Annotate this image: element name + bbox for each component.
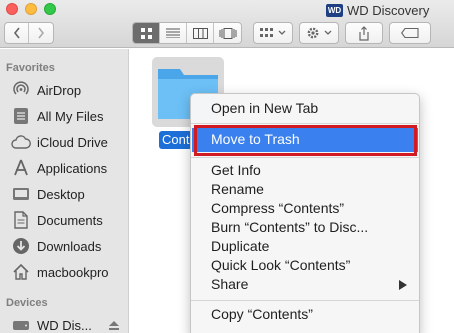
window-toolbar: WD WD Discovery (0, 0, 454, 48)
menu-item-share[interactable]: Share (211, 276, 407, 292)
desktop-icon (11, 185, 31, 203)
tags-button[interactable] (389, 22, 431, 44)
list-view-button[interactable] (160, 23, 187, 43)
sidebar-item-label: AirDrop (37, 82, 82, 98)
menu-divider (191, 157, 419, 158)
sidebar-item-desktop[interactable]: Desktop (11, 183, 85, 205)
menu-item-quick-look[interactable]: Quick Look “Contents” (211, 257, 350, 273)
sidebar-item-label: iCloud Drive (37, 134, 108, 150)
list-icon (166, 28, 180, 38)
tag-icon (401, 28, 419, 38)
sidebar: Favorites AirDrop All My Files iCloud Dr… (0, 49, 129, 333)
sidebar-item-label: Desktop (37, 186, 85, 202)
menu-item-duplicate[interactable]: Duplicate (211, 238, 269, 254)
forward-button[interactable] (29, 23, 53, 43)
menu-item-burn-to-disc[interactable]: Burn “Contents” to Disc... (211, 219, 368, 235)
sidebar-item-airdrop[interactable]: AirDrop (11, 79, 81, 101)
chevron-down-icon (324, 30, 332, 35)
columns-icon (192, 27, 208, 39)
icon-view-button[interactable] (133, 23, 160, 43)
back-forward-buttons (4, 22, 54, 44)
back-button[interactable] (5, 23, 30, 43)
sidebar-item-label: macbookpro (37, 264, 109, 280)
favorites-heading: Favorites (6, 62, 55, 74)
menu-divider (191, 300, 419, 301)
sidebar-item-wd-discovery-drive[interactable]: WD Dis... (11, 314, 120, 333)
menu-item-label: Share (211, 276, 249, 292)
airdrop-icon (11, 81, 31, 99)
sidebar-item-label: Documents (37, 212, 103, 228)
wd-logo-icon: WD (326, 3, 343, 17)
menu-item-open-in-new-tab[interactable]: Open in New Tab (211, 100, 318, 116)
menu-divider (191, 123, 419, 124)
downloads-icon (11, 237, 31, 255)
chevron-down-icon (278, 30, 286, 35)
column-view-button[interactable] (187, 23, 214, 43)
share-icon (359, 25, 369, 41)
sidebar-item-label: All My Files (37, 108, 104, 124)
menu-item-copy[interactable]: Copy “Contents” (211, 306, 313, 322)
sidebar-item-label: Downloads (37, 238, 102, 254)
home-icon (11, 263, 31, 281)
window-title-text: WD Discovery (347, 2, 430, 18)
close-window-button[interactable] (6, 3, 18, 15)
menu-item-rename[interactable]: Rename (211, 181, 264, 197)
folder-label[interactable]: Cont (159, 131, 193, 149)
devices-heading: Devices (6, 297, 48, 309)
share-button[interactable] (345, 22, 383, 44)
menu-item-get-info[interactable]: Get Info (211, 162, 261, 178)
cover-flow-icon (219, 27, 236, 39)
sidebar-item-downloads[interactable]: Downloads (11, 235, 101, 257)
cloud-icon (11, 133, 31, 151)
sidebar-item-all-my-files[interactable]: All My Files (11, 105, 103, 127)
sidebar-item-label: WD Dis... (37, 317, 92, 333)
drive-icon (11, 316, 31, 333)
minimize-window-button[interactable] (25, 3, 37, 15)
documents-icon (11, 211, 31, 229)
eject-icon[interactable] (108, 320, 120, 331)
all-files-icon (11, 107, 31, 125)
arrange-button[interactable] (253, 22, 293, 44)
gear-icon (307, 27, 319, 39)
window-title: WD WD Discovery (326, 2, 429, 18)
action-button[interactable] (299, 22, 339, 44)
highlight-annotation-box (194, 125, 417, 156)
view-mode-selector (132, 22, 242, 44)
sidebar-item-icloud-drive[interactable]: iCloud Drive (11, 131, 108, 153)
zoom-window-button[interactable] (44, 3, 56, 15)
sidebar-item-documents[interactable]: Documents (11, 209, 103, 231)
submenu-arrow-icon (399, 280, 407, 290)
chevron-right-icon (38, 27, 45, 39)
applications-icon (11, 159, 31, 177)
sidebar-item-macbookpro[interactable]: macbookpro (11, 261, 109, 283)
cover-flow-view-button[interactable] (214, 23, 241, 43)
menu-item-compress[interactable]: Compress “Contents” (211, 200, 344, 216)
chevron-left-icon (13, 27, 20, 39)
arrange-grid-icon (260, 28, 273, 37)
grid-icon (140, 27, 152, 39)
sidebar-item-applications[interactable]: Applications (11, 157, 107, 179)
sidebar-item-label: Applications (37, 160, 108, 176)
